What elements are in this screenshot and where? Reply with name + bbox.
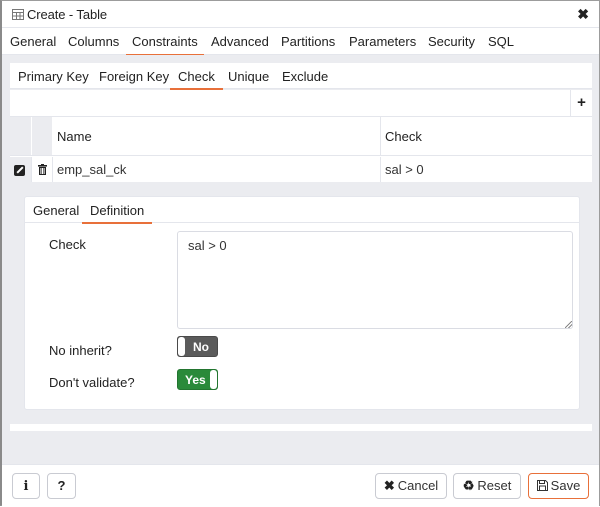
check-label: Check — [49, 237, 86, 252]
dont-validate-label: Don't validate? — [49, 375, 135, 390]
tab-def-general[interactable]: General — [33, 203, 79, 218]
close-icon: ✖ — [383, 478, 395, 493]
row-name: emp_sal_ck — [57, 162, 127, 177]
no-inherit-toggle[interactable]: No — [177, 336, 218, 357]
definition-tabs: General Definition — [25, 197, 579, 224]
dialog-footer: i ? ✖ Cancel ♻ Reset Save — [2, 464, 599, 507]
tab-security[interactable]: Security — [428, 34, 475, 49]
grid-header: Name Check — [10, 117, 592, 156]
resize-grip-icon[interactable] — [565, 321, 572, 328]
cancel-button[interactable]: ✖ Cancel — [375, 473, 447, 499]
close-icon[interactable]: ✖ — [577, 6, 589, 23]
column-header-name: Name — [53, 117, 381, 155]
tab-exclude[interactable]: Exclude — [282, 69, 328, 84]
table-row[interactable]: emp_sal_ck sal > 0 — [10, 157, 592, 182]
help-button[interactable]: ? — [47, 473, 76, 499]
check-constraints-grid: Name Check emp_sal_ck sal > 0 — [10, 117, 592, 182]
edit-icon[interactable] — [14, 165, 25, 176]
recycle-icon: ♻ — [462, 478, 475, 493]
row-definition-panel: General Definition Check sal > 0 No inhe… — [24, 196, 580, 410]
table-icon — [12, 9, 24, 20]
no-inherit-label: No inherit? — [49, 343, 112, 358]
tab-general[interactable]: General — [10, 34, 56, 49]
row-check: sal > 0 — [385, 162, 424, 177]
tab-constraints[interactable]: Constraints — [126, 34, 204, 56]
constraints-panel: Primary Key Foreign Key Check Unique Exc… — [2, 55, 599, 464]
main-tabs: General Columns Constraints Advanced Par… — [2, 28, 599, 56]
tab-columns[interactable]: Columns — [68, 34, 119, 49]
tab-parameters[interactable]: Parameters — [349, 34, 416, 49]
dialog-title: Create - Table — [27, 7, 108, 22]
tab-advanced[interactable]: Advanced — [211, 34, 269, 49]
grid-bottom-strip — [10, 424, 592, 431]
info-icon: i — [23, 479, 29, 494]
tab-primary-key[interactable]: Primary Key — [18, 69, 89, 84]
save-button[interactable]: Save — [528, 473, 589, 499]
column-header-check: Check — [385, 129, 422, 144]
tab-foreign-key[interactable]: Foreign Key — [99, 69, 169, 84]
reset-button[interactable]: ♻ Reset — [453, 473, 521, 499]
tab-unique[interactable]: Unique — [228, 69, 269, 84]
tab-check[interactable]: Check — [170, 69, 223, 90]
create-table-dialog: Create - Table ✖ General Columns Constra… — [0, 0, 600, 507]
dialog-titlebar: Create - Table ✖ — [2, 1, 599, 28]
tab-def-definition[interactable]: Definition — [81, 203, 153, 224]
grid-toolbar: + — [10, 90, 592, 117]
add-row-button[interactable]: + — [570, 90, 592, 117]
help-icon: ? — [57, 478, 66, 493]
check-expression-input[interactable]: sal > 0 — [177, 231, 573, 329]
tab-partitions[interactable]: Partitions — [281, 34, 335, 49]
constraint-tabs: Primary Key Foreign Key Check Unique Exc… — [10, 63, 592, 90]
trash-icon[interactable] — [38, 164, 47, 175]
tab-sql[interactable]: SQL — [488, 34, 514, 49]
dont-validate-toggle[interactable]: Yes — [177, 369, 218, 390]
save-icon — [536, 480, 548, 491]
info-button[interactable]: i — [12, 473, 40, 499]
